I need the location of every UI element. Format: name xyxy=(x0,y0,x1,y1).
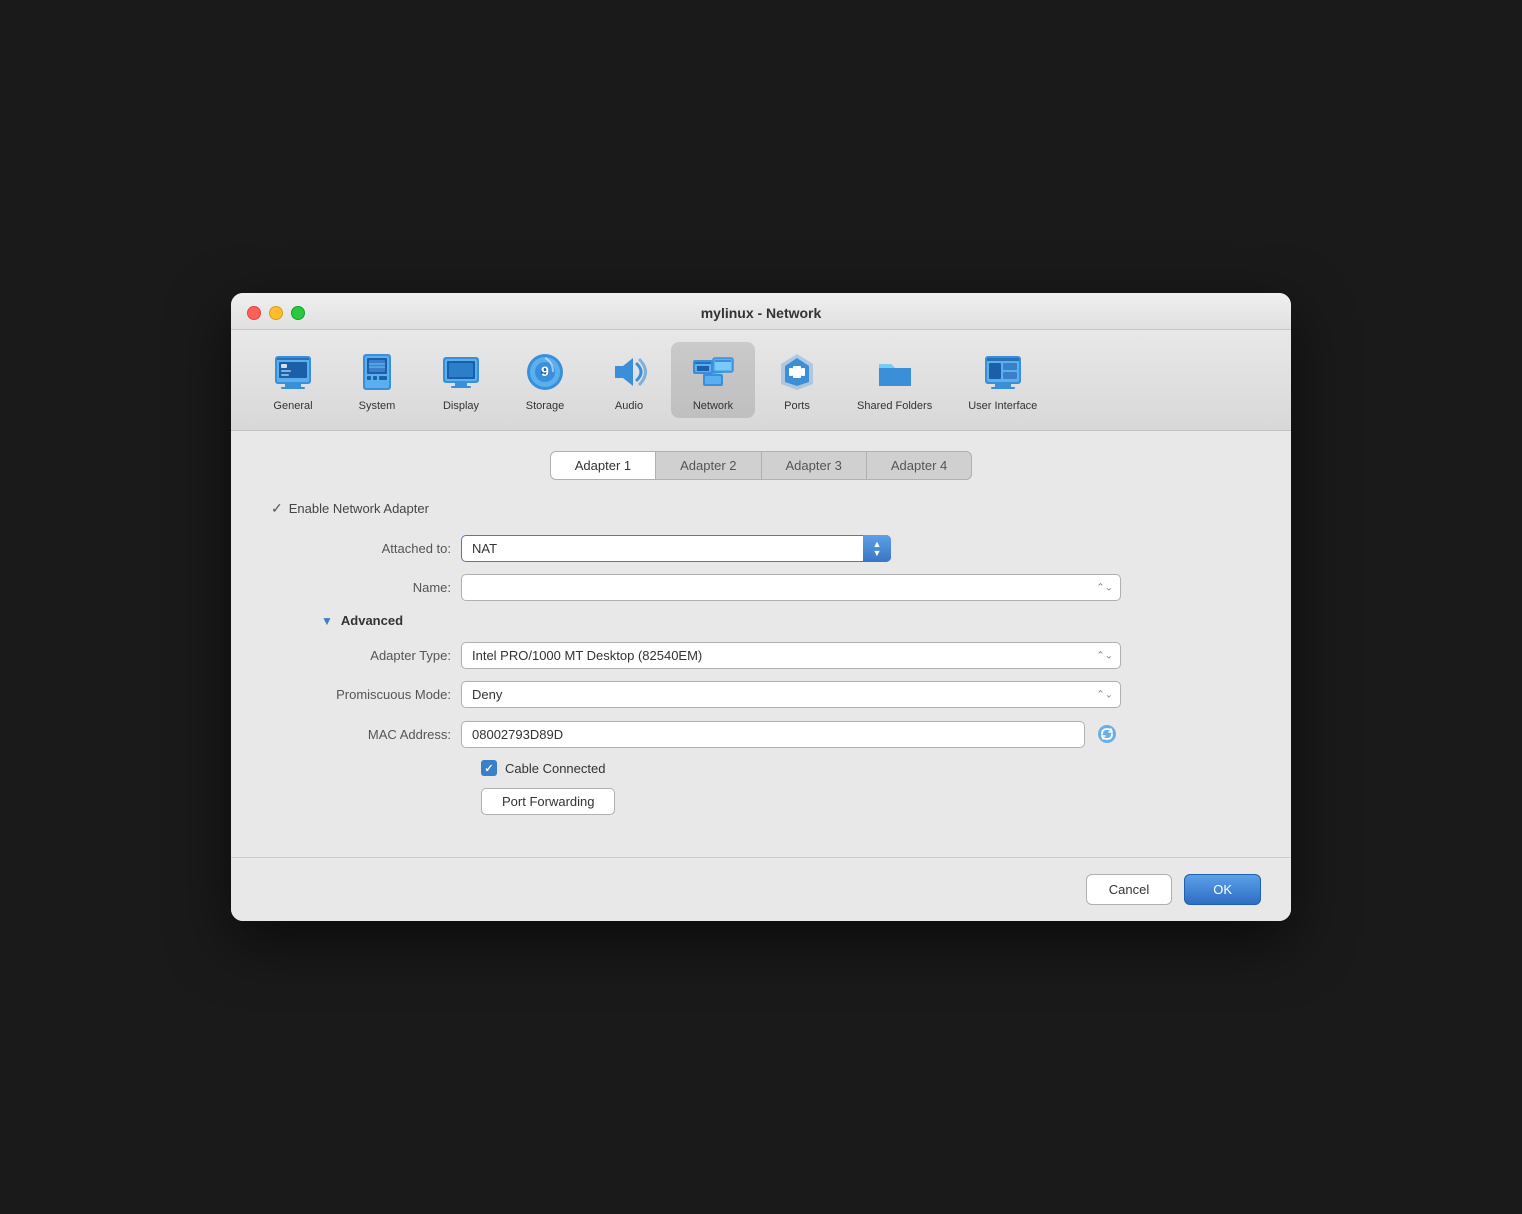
toolbar-item-ports[interactable]: Ports xyxy=(755,342,839,418)
adapter-tabs: Adapter 1 Adapter 2 Adapter 3 Adapter 4 xyxy=(261,451,1261,480)
ports-label: Ports xyxy=(784,400,810,412)
ports-icon xyxy=(773,348,821,396)
network-icon xyxy=(689,348,737,396)
toolbar-item-network[interactable]: Network xyxy=(671,342,755,418)
shared-folders-label: Shared Folders xyxy=(857,400,932,412)
toolbar-item-general[interactable]: General xyxy=(251,342,335,418)
advanced-arrow-icon: ▼ xyxy=(321,614,333,628)
name-select[interactable] xyxy=(461,574,1121,601)
mac-address-label: MAC Address: xyxy=(261,727,461,742)
storage-label: Storage xyxy=(526,400,565,412)
enable-label: Enable Network Adapter xyxy=(289,501,429,516)
bottom-bar: Cancel OK xyxy=(231,857,1291,921)
mac-address-row: MAC Address: xyxy=(261,720,1261,748)
promiscuous-mode-select-wrapper: Deny Allow VMs Allow All xyxy=(461,681,1121,708)
minimize-button[interactable] xyxy=(269,306,283,320)
cable-connected-row: Cable Connected xyxy=(261,760,1261,776)
name-select-wrapper xyxy=(461,574,1121,601)
name-label: Name: xyxy=(261,580,461,595)
advanced-header[interactable]: ▼ Advanced xyxy=(261,613,1261,628)
shared-folders-icon xyxy=(871,348,919,396)
toolbar-item-display[interactable]: Display xyxy=(419,342,503,418)
enable-row: ✓ Enable Network Adapter xyxy=(261,500,1261,517)
audio-icon xyxy=(605,348,653,396)
enable-checkmark: ✓ xyxy=(271,500,283,517)
tab-adapter2[interactable]: Adapter 2 xyxy=(656,451,761,480)
attached-to-label: Attached to: xyxy=(261,541,461,556)
traffic-lights xyxy=(247,306,305,320)
network-label: Network xyxy=(693,400,733,412)
attached-to-control: NAT Bridged Adapter Internal Network Hos… xyxy=(461,535,1121,562)
port-forwarding-button[interactable]: Port Forwarding xyxy=(481,788,615,815)
network-form: ✓ Enable Network Adapter Attached to: NA… xyxy=(261,500,1261,815)
adapter-type-select[interactable]: Intel PRO/1000 MT Desktop (82540EM) xyxy=(461,642,1121,669)
advanced-title: Advanced xyxy=(341,613,403,628)
tab-adapter4[interactable]: Adapter 4 xyxy=(867,451,972,480)
promiscuous-mode-label: Promiscuous Mode: xyxy=(261,687,461,702)
mac-refresh-button[interactable] xyxy=(1093,720,1121,748)
cancel-button[interactable]: Cancel xyxy=(1086,874,1172,905)
mac-address-control xyxy=(461,720,1121,748)
tab-adapter3[interactable]: Adapter 3 xyxy=(762,451,867,480)
toolbar-item-system[interactable]: System xyxy=(335,342,419,418)
svg-text:9: 9 xyxy=(541,363,549,379)
adapter-type-label: Adapter Type: xyxy=(261,648,461,663)
user-interface-label: User Interface xyxy=(968,400,1037,412)
promiscuous-mode-row: Promiscuous Mode: Deny Allow VMs Allow A… xyxy=(261,681,1261,708)
name-control xyxy=(461,574,1121,601)
adapter-type-row: Adapter Type: Intel PRO/1000 MT Desktop … xyxy=(261,642,1261,669)
mac-row xyxy=(461,720,1121,748)
maximize-button[interactable] xyxy=(291,306,305,320)
cable-connected-checkbox[interactable] xyxy=(481,760,497,776)
display-icon xyxy=(437,348,485,396)
promiscuous-mode-control: Deny Allow VMs Allow All xyxy=(461,681,1121,708)
toolbar-item-audio[interactable]: Audio xyxy=(587,342,671,418)
audio-label: Audio xyxy=(615,400,643,412)
attached-to-select-wrapper: NAT Bridged Adapter Internal Network Hos… xyxy=(461,535,891,562)
toolbar-item-user-interface[interactable]: User Interface xyxy=(950,342,1055,418)
storage-icon: 9 xyxy=(521,348,569,396)
titlebar: mylinux - Network xyxy=(231,293,1291,330)
system-label: System xyxy=(359,400,396,412)
port-forwarding-row: Port Forwarding xyxy=(261,788,1261,815)
cable-connected-label: Cable Connected xyxy=(505,761,605,776)
tab-adapter1[interactable]: Adapter 1 xyxy=(550,451,656,480)
general-icon xyxy=(269,348,317,396)
toolbar-item-shared-folders[interactable]: Shared Folders xyxy=(839,342,950,418)
system-icon xyxy=(353,348,401,396)
attached-to-select[interactable]: NAT Bridged Adapter Internal Network Hos… xyxy=(461,535,891,562)
window-title: mylinux - Network xyxy=(701,305,822,321)
attached-to-row: Attached to: NAT Bridged Adapter Interna… xyxy=(261,535,1261,562)
user-interface-icon xyxy=(979,348,1027,396)
display-label: Display xyxy=(443,400,479,412)
promiscuous-mode-select[interactable]: Deny Allow VMs Allow All xyxy=(461,681,1121,708)
main-window: mylinux - Network General xyxy=(231,293,1291,921)
general-label: General xyxy=(273,400,312,412)
name-row: Name: xyxy=(261,574,1261,601)
ok-button[interactable]: OK xyxy=(1184,874,1261,905)
close-button[interactable] xyxy=(247,306,261,320)
toolbar: General System xyxy=(231,330,1291,431)
toolbar-item-storage[interactable]: 9 Storage xyxy=(503,342,587,418)
adapter-type-select-wrapper: Intel PRO/1000 MT Desktop (82540EM) xyxy=(461,642,1121,669)
content-area: Adapter 1 Adapter 2 Adapter 3 Adapter 4 … xyxy=(231,431,1291,857)
mac-address-input[interactable] xyxy=(461,721,1085,748)
adapter-type-control: Intel PRO/1000 MT Desktop (82540EM) xyxy=(461,642,1121,669)
